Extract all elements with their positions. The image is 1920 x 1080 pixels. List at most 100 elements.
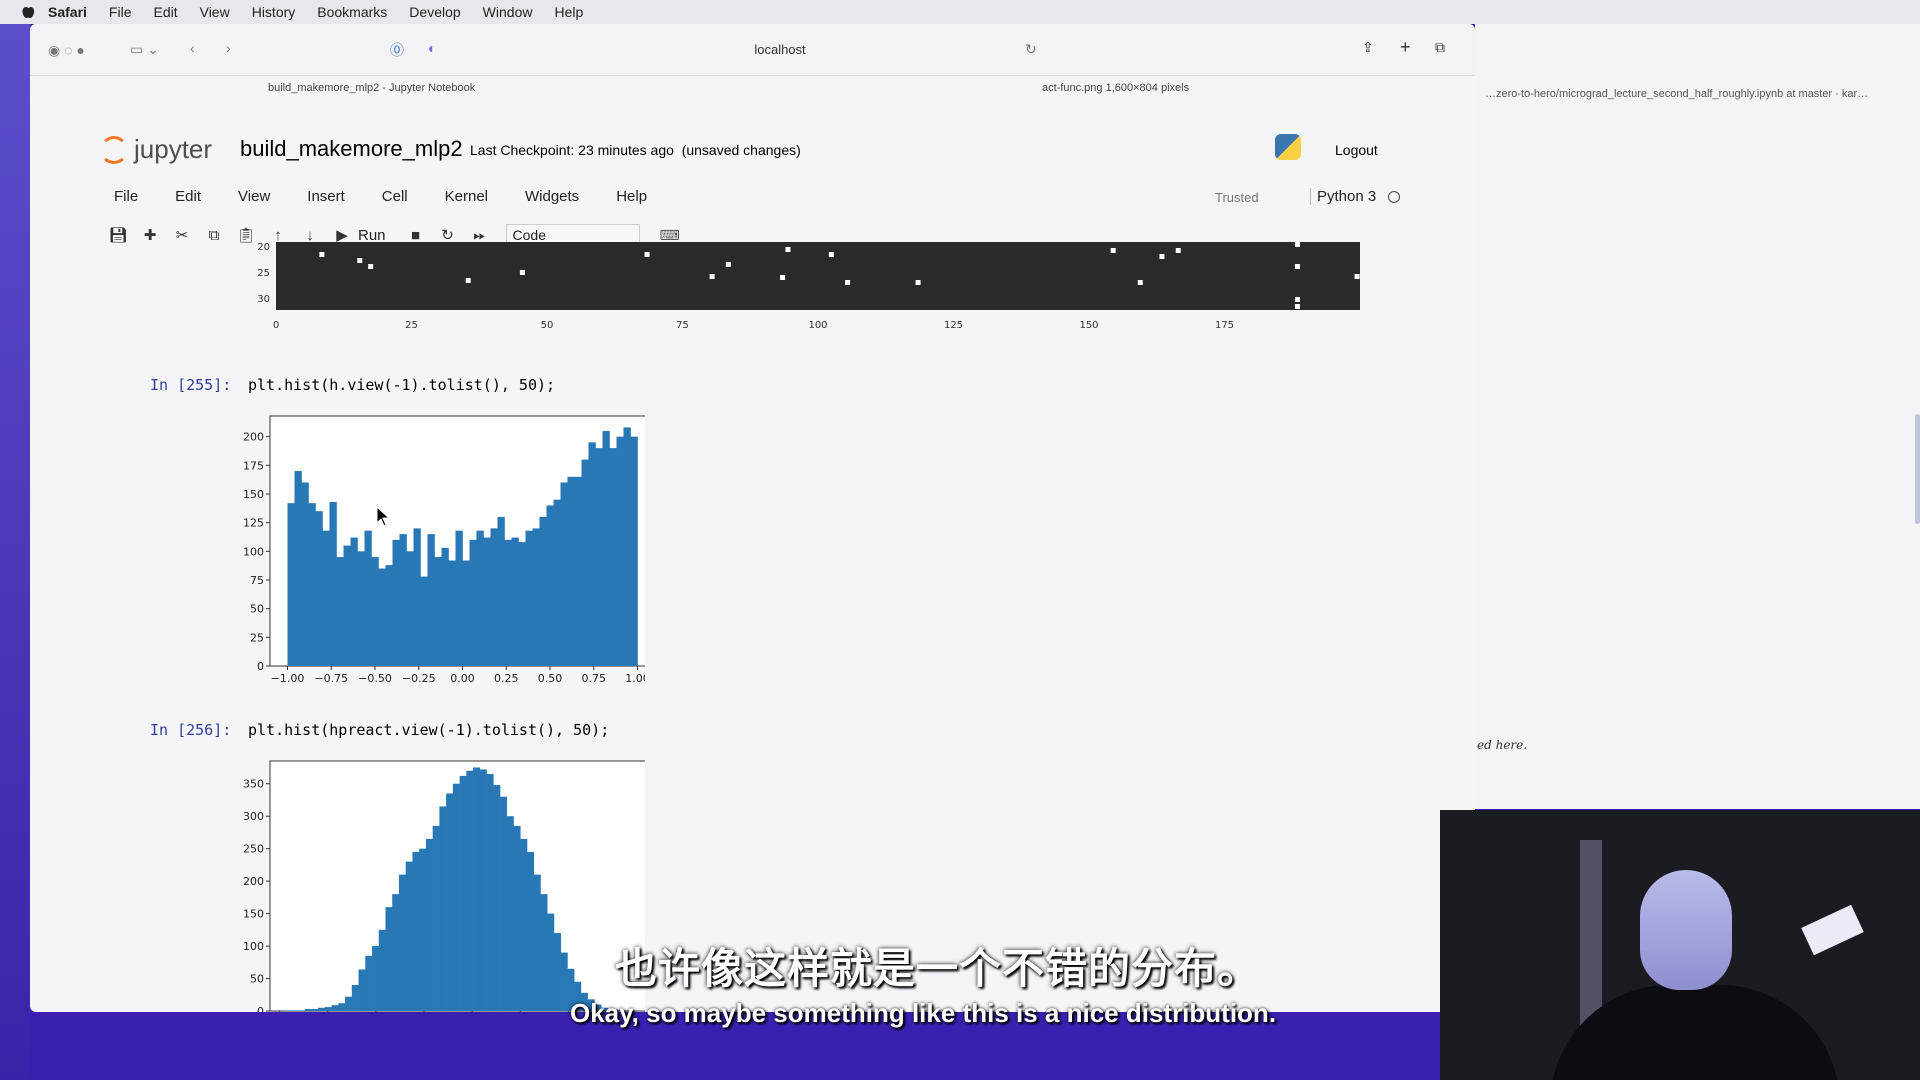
x-tick-label: −0.75 xyxy=(314,672,348,685)
heatmap-cell xyxy=(785,247,791,252)
back-arrow-icon[interactable]: ‹ xyxy=(190,40,195,56)
histogram-bar xyxy=(425,838,433,1011)
y-tick-label: 100 xyxy=(243,545,264,558)
tab-overview-icon[interactable]: ⧉ xyxy=(1435,39,1445,56)
histogram-bar xyxy=(459,775,467,1011)
background-url[interactable]: …zero-to-hero/micrograd_lecture_second_h… xyxy=(1485,88,1868,100)
menu-widgets[interactable]: Widgets xyxy=(525,188,579,205)
sidebar-toggle-icon[interactable]: ▭ ⌄ xyxy=(130,41,159,58)
x-tick-label: 0.50 xyxy=(538,672,563,685)
histogram-bar xyxy=(518,542,526,666)
histogram-bar xyxy=(378,568,386,666)
jupyter-logo-text: jupyter xyxy=(134,134,213,164)
histogram-bar xyxy=(493,785,501,1011)
histogram-bar xyxy=(345,996,353,1011)
webcam-feed xyxy=(1440,810,1920,1080)
notebook-title[interactable]: build_makemore_mlp2 xyxy=(240,136,463,162)
heatmap-cell xyxy=(828,252,834,257)
histogram-bar xyxy=(427,534,435,666)
histogram-bar xyxy=(357,551,365,666)
menu-kernel[interactable]: Kernel xyxy=(445,188,488,205)
menubar-app-name[interactable]: Safari xyxy=(48,4,87,20)
menubar-file[interactable]: File xyxy=(109,4,132,20)
menubar-view[interactable]: View xyxy=(200,4,230,20)
heatmap-cell xyxy=(368,264,374,269)
reload-icon[interactable]: ↻ xyxy=(1025,41,1037,58)
python-logo-icon xyxy=(1275,134,1301,160)
histogram-bar xyxy=(520,838,528,1011)
histogram-bar xyxy=(511,537,519,666)
histogram-bar xyxy=(560,482,568,666)
menu-insert[interactable]: Insert xyxy=(307,188,345,205)
histogram-bar xyxy=(553,933,561,1011)
code-cell[interactable]: plt.hist(h.view(-1).tolist(), 50); xyxy=(248,376,555,394)
heatmap-cell xyxy=(915,280,921,285)
histogram-bar xyxy=(497,516,505,666)
histogram-bar xyxy=(553,499,561,666)
address-bar[interactable]: localhost xyxy=(690,42,870,57)
menubar-history[interactable]: History xyxy=(252,4,296,20)
desktop-background xyxy=(0,24,30,1080)
window-controls-icon[interactable]: ◉ ◌ ● xyxy=(48,42,85,59)
histogram-bar xyxy=(324,1007,332,1011)
trusted-indicator[interactable]: Trusted xyxy=(1215,190,1259,205)
histogram-bar xyxy=(609,448,617,666)
histogram-bar xyxy=(574,476,582,666)
y-tick-label: 50 xyxy=(250,973,264,986)
histogram-bar xyxy=(533,874,541,1011)
menubar-bookmarks[interactable]: Bookmarks xyxy=(317,4,387,20)
histogram-bar xyxy=(420,576,428,666)
histogram-bar xyxy=(322,530,330,666)
heatmap-cell xyxy=(519,270,525,275)
histogram-bar xyxy=(392,894,400,1011)
menubar-develop[interactable]: Develop xyxy=(409,4,460,20)
extension-icon[interactable]: ◐ xyxy=(428,40,436,56)
tab-jupyter-notebook[interactable]: build_makemore_mlp2 - Jupyter Notebook xyxy=(268,82,475,94)
histogram-bar xyxy=(623,427,631,666)
histogram-bar xyxy=(378,929,386,1011)
histogram-bar xyxy=(539,516,547,666)
histogram-bar xyxy=(504,539,512,666)
y-tick-label: 175 xyxy=(243,459,264,472)
scrollbar[interactable] xyxy=(1915,414,1920,524)
jupyter-logo[interactable]: jupyter xyxy=(100,134,212,165)
menu-help[interactable]: Help xyxy=(616,188,647,205)
histogram-bar xyxy=(469,539,477,666)
privacy-shield-icon[interactable]: ⓪ xyxy=(390,40,404,60)
menu-cell[interactable]: Cell xyxy=(382,188,408,205)
notebook-body: 0 25 50 75 100 125 150 175 20 25 30 In [255]: plt.… xyxy=(30,236,1475,1012)
heatmap-x-tick: 125 xyxy=(944,320,963,331)
histogram-bar xyxy=(602,430,610,666)
menu-file[interactable]: File xyxy=(114,188,138,205)
y-tick-label: 0 xyxy=(257,660,264,673)
histogram-bar xyxy=(434,557,442,666)
heatmap-cell xyxy=(357,258,363,263)
histogram-bar xyxy=(311,1009,319,1011)
histogram-bar xyxy=(546,505,554,666)
menu-edit[interactable]: Edit xyxy=(175,188,201,205)
macos-menubar: Safari File Edit View History Bookmarks … xyxy=(0,0,1920,24)
heatmap-y-tick: 30 xyxy=(257,294,270,305)
desk-lamp xyxy=(1801,904,1864,956)
histogram-bar xyxy=(412,851,420,1011)
share-icon[interactable]: ⇪ xyxy=(1362,39,1374,56)
y-tick-label: 250 xyxy=(243,843,264,856)
heatmap-x-tick: 0 xyxy=(273,320,279,331)
heatmap-cell xyxy=(1294,297,1300,302)
forward-arrow-icon[interactable]: › xyxy=(226,40,231,56)
menu-view[interactable]: View xyxy=(238,188,270,205)
menubar-window[interactable]: Window xyxy=(483,4,533,20)
tab-act-func-image[interactable]: act-func.png 1,600×804 pixels xyxy=(1042,82,1189,94)
kernel-indicator[interactable]: Python 3 xyxy=(1310,188,1401,205)
menubar-edit[interactable]: Edit xyxy=(153,4,177,20)
heatmap-x-tick: 25 xyxy=(405,320,418,331)
histogram-bar xyxy=(358,969,366,1011)
code-cell[interactable]: plt.hist(hpreact.view(-1).tolist(), 50); xyxy=(248,721,609,739)
new-tab-icon[interactable]: + xyxy=(1400,37,1411,58)
y-tick-label: 150 xyxy=(243,488,264,501)
logout-button[interactable]: Logout xyxy=(1335,142,1378,158)
apple-logo-icon[interactable] xyxy=(20,4,36,20)
histogram-bar xyxy=(560,952,568,1011)
menubar-help[interactable]: Help xyxy=(554,4,583,20)
kernel-idle-icon xyxy=(1388,191,1401,204)
